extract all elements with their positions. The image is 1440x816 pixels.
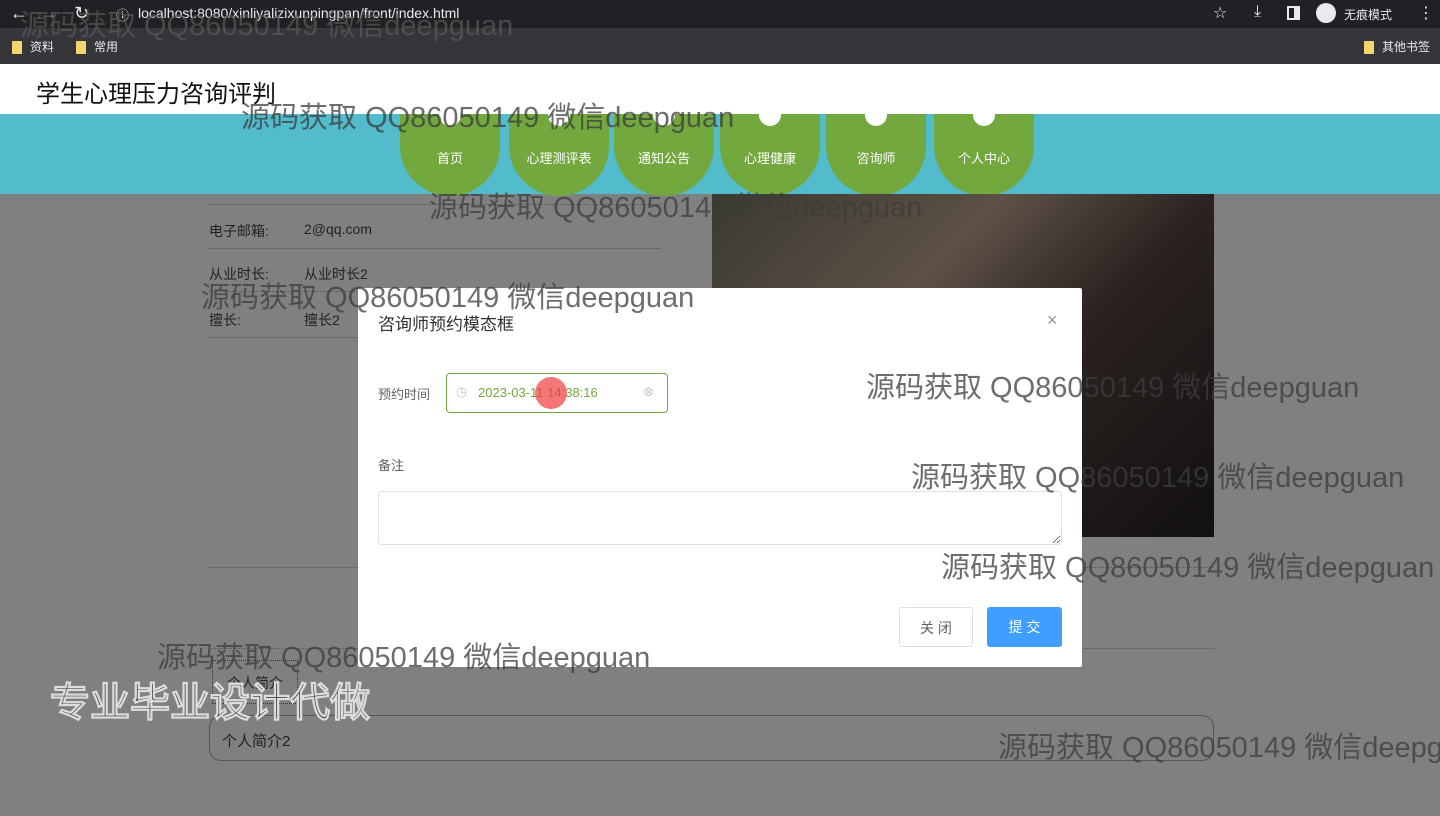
watermark: 源码获取 QQ86050149 微信deepguan [201, 282, 695, 314]
appointment-time-input[interactable]: ◷ 2023-03-11 14:38:16 ⊗ [446, 373, 668, 413]
watermark: 源码获取 QQ86050149 微信deepguan [866, 372, 1360, 404]
site-title: 学生心理压力咨询评判 [36, 81, 276, 108]
submit-button[interactable]: 提 交 [987, 607, 1062, 647]
watermark: 源码获取 QQ86050149 微信deepguan [429, 192, 923, 224]
nav-label: 心理测评表 [526, 151, 592, 166]
time-label: 预约时间 [378, 387, 431, 402]
menu-icon[interactable]: ⋮ [1418, 3, 1434, 23]
remark-label: 备注 [378, 458, 405, 473]
watermark: 源码获取 QQ86050149 微信deepguan [20, 10, 514, 42]
close-button[interactable]: 关 闭 [899, 607, 973, 647]
nav-label: 心理健康 [743, 151, 796, 166]
folder-icon [1364, 41, 1374, 55]
nav-label: 咨询师 [856, 151, 896, 166]
watermark: 源码获取 QQ86050149 微信deepguan [241, 102, 735, 134]
watermark: 源码获取 QQ86050149 微信deepguan [998, 732, 1440, 764]
nav-label: 个人中心 [957, 151, 1010, 166]
remark-textarea[interactable] [378, 491, 1062, 545]
incognito-label[interactable]: 无痕模式 [1344, 6, 1392, 23]
clear-icon[interactable]: ⊗ [643, 384, 654, 400]
watermark: 源码获取 QQ86050149 微信deepguan [911, 462, 1405, 494]
incognito-icon [1316, 3, 1336, 23]
nav-label: 通知公告 [637, 151, 690, 166]
watermark: 源码获取 QQ86050149 微信deepguan [941, 552, 1435, 584]
other-bookmarks[interactable]: 其他书签 [1364, 38, 1430, 55]
row-value: 2@qq.com [304, 221, 372, 237]
cursor-highlight [535, 377, 567, 409]
clock-icon: ◷ [456, 384, 468, 399]
star-icon[interactable]: ☆ [1213, 3, 1227, 23]
nav-label: 首页 [436, 151, 463, 166]
row-label: 电子邮箱: [209, 223, 269, 239]
sidepanel-icon[interactable] [1287, 6, 1300, 20]
nav-profile[interactable]: 个人中心 [934, 104, 1034, 196]
watermark-banner: 专业毕业设计代做 [50, 681, 371, 726]
download-icon[interactable]: ⤓ [1254, 3, 1261, 21]
bookmark-label: 其他书签 [1382, 40, 1431, 54]
close-icon[interactable]: × [1047, 310, 1058, 331]
